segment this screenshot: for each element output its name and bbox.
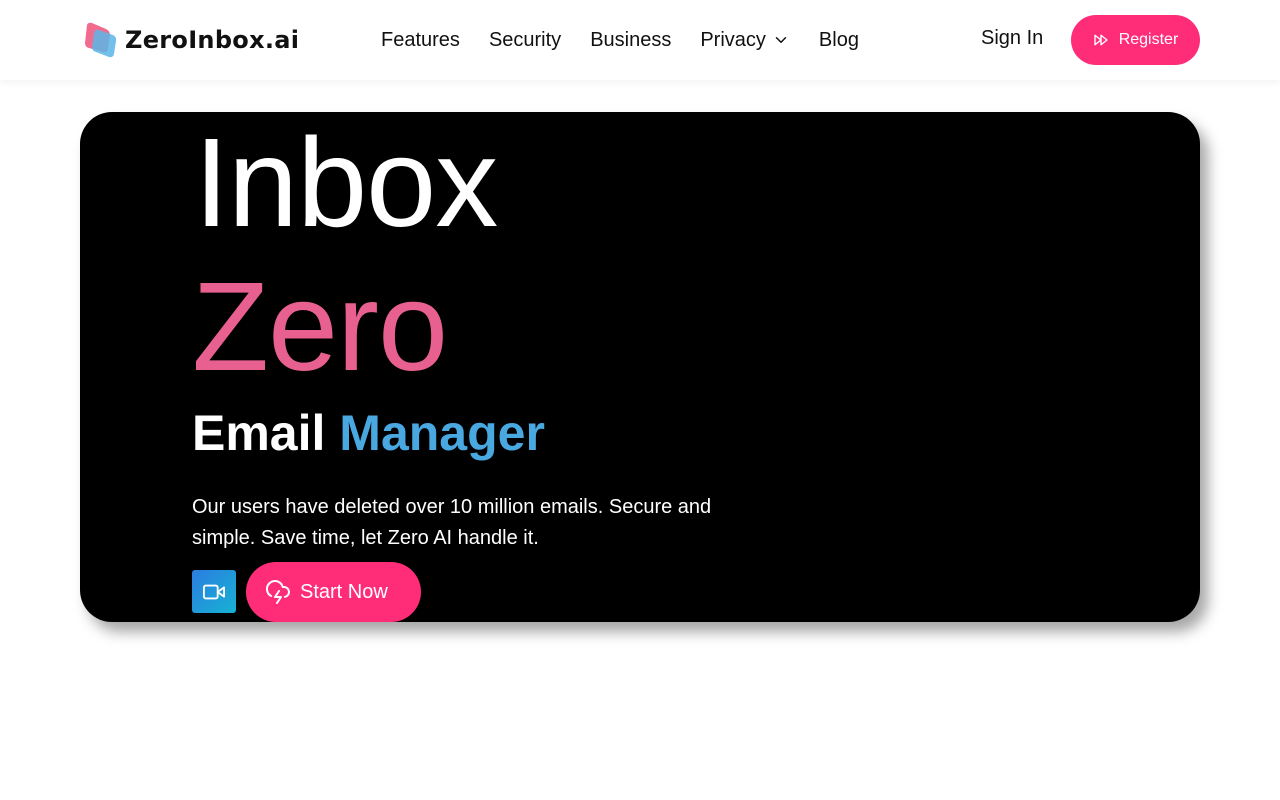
brand-logo[interactable]: ZeroInbox.ai — [84, 20, 299, 60]
logo-icon — [85, 22, 117, 58]
fast-forward-icon — [1094, 34, 1108, 46]
nav-blog[interactable]: Blog — [819, 29, 859, 52]
start-now-button[interactable]: Start Now — [246, 562, 421, 622]
hero-title-inbox: Inbox — [194, 112, 498, 253]
nav-privacy[interactable]: Privacy — [700, 29, 790, 52]
brand-name: ZeroInbox.ai — [125, 26, 300, 54]
register-button[interactable]: Register — [1071, 15, 1200, 65]
chevron-down-icon — [775, 37, 787, 43]
hero-title-zero: Zero — [192, 256, 448, 397]
nav-security[interactable]: Security — [489, 29, 561, 52]
sign-in-link[interactable]: Sign In — [981, 27, 1043, 50]
video-camera-icon — [203, 584, 225, 599]
start-now-label: Start Now — [300, 580, 388, 603]
site-header: ZeroInbox.ai Features Security Business … — [0, 0, 1280, 80]
main-nav: Features Security Business Privacy Blog — [381, 0, 859, 80]
hero-subtitle-accent: Manager — [339, 405, 545, 461]
nav-privacy-label: Privacy — [700, 28, 766, 51]
cloud-lightning-icon — [266, 580, 290, 604]
nav-business[interactable]: Business — [590, 29, 671, 52]
nav-features[interactable]: Features — [381, 29, 460, 52]
register-label: Register — [1118, 31, 1179, 48]
hero-subtitle-plain: Email — [192, 405, 340, 461]
hero-card: Inbox Zero Email Manager Our users have … — [80, 112, 1200, 622]
hero-description: Our users have deleted over 10 million e… — [192, 496, 712, 549]
hero-subtitle: Email Manager — [192, 408, 545, 458]
video-button[interactable] — [192, 570, 236, 613]
